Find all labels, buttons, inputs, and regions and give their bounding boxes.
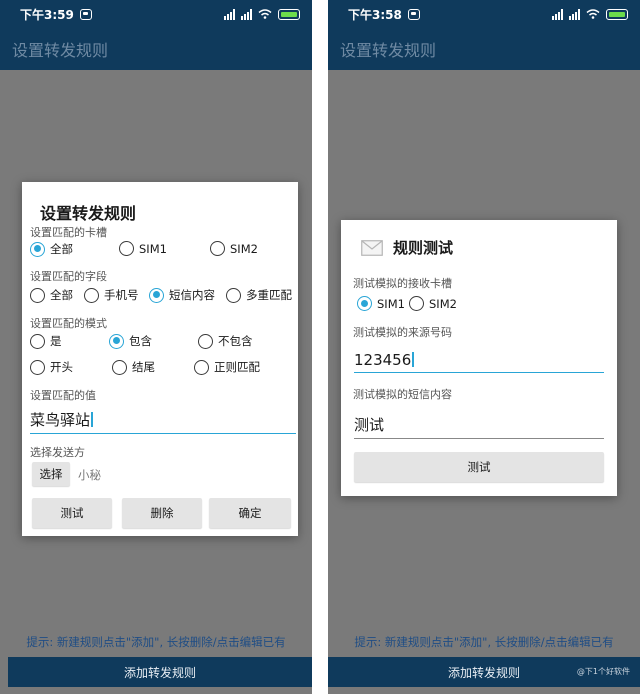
text-cursor (91, 412, 93, 427)
signal-icon (241, 8, 252, 20)
mode-radio-starts[interactable]: 开头 (30, 359, 73, 375)
add-rule-button[interactable]: 添加转发规则 (8, 657, 312, 687)
test-button[interactable]: 测试 (32, 498, 112, 528)
app-title: 设置转发规则 (340, 41, 437, 60)
radio-icon (30, 287, 45, 303)
envelope-icon (361, 240, 383, 256)
radio-checked-icon (357, 296, 372, 311)
radio-icon (210, 241, 225, 256)
radio-icon (194, 359, 209, 375)
signal-icon (569, 8, 580, 20)
test-sim-radio-sim2[interactable]: SIM2 (409, 296, 457, 311)
match-mode-row-1: 是 包含 不包含 (22, 333, 298, 353)
battery-charging-icon (606, 8, 628, 20)
notification-icon (79, 8, 92, 20)
dialog-title: 设置转发规则 (40, 204, 137, 223)
sender-label: 选择发送方 (30, 446, 85, 459)
radio-icon (119, 241, 134, 256)
test-phone-label: 测试模拟的来源号码 (353, 326, 452, 339)
radio-icon (409, 296, 424, 311)
mode-radio-regex[interactable]: 正则匹配 (194, 359, 260, 375)
delete-button[interactable]: 删除 (122, 498, 202, 528)
hint-text: 提示: 新建规则点击"添加", 长按删除/点击编辑已有 (26, 635, 286, 649)
test-content-label: 测试模拟的短信内容 (353, 388, 452, 401)
radio-checked-icon (109, 333, 124, 349)
app-title: 设置转发规则 (12, 41, 109, 60)
mode-radio-contains[interactable]: 包含 (109, 333, 152, 349)
dialog-title: 规则测试 (393, 239, 454, 257)
watermark: @下1个好软件 (576, 667, 630, 676)
select-sender-button[interactable]: 选择 (32, 462, 70, 486)
mode-radio-not-contains[interactable]: 不包含 (198, 333, 253, 349)
radio-checked-icon (30, 241, 45, 257)
battery-charging-icon (278, 8, 300, 20)
confirm-button[interactable]: 确定 (209, 498, 291, 528)
field-radio-phone[interactable]: 手机号 (84, 287, 139, 303)
radio-icon (30, 333, 45, 349)
test-sim-radio-sim1[interactable]: SIM1 (357, 296, 405, 311)
signal-icon (224, 8, 235, 20)
status-bar: 下午3:58 (328, 0, 640, 28)
status-time: 下午3:59 (20, 7, 74, 22)
test-sim-label: 测试模拟的接收卡槽 (353, 277, 452, 290)
status-time: 下午3:58 (348, 7, 402, 22)
sim-radio-sim2[interactable]: SIM2 (210, 241, 258, 256)
match-value-input[interactable]: 菜鸟驿站 (30, 409, 296, 434)
notification-icon (407, 8, 420, 20)
match-field-radio-group: 全部 手机号 短信内容 多重匹配 (22, 287, 298, 307)
rule-test-dialog: 规则测试 测试模拟的接收卡槽 SIM1 SIM2 测试模拟的来源号码 12345… (341, 220, 617, 496)
selected-sender: 小秘 (78, 468, 101, 482)
radio-icon (226, 287, 241, 303)
radio-icon (84, 287, 99, 303)
field-radio-sms-content[interactable]: 短信内容 (149, 287, 215, 303)
radio-icon (198, 333, 213, 349)
run-test-button[interactable]: 测试 (354, 452, 604, 482)
match-mode-row-2: 开头 结尾 正则匹配 (22, 359, 298, 379)
mode-radio-ends[interactable]: 结尾 (112, 359, 155, 375)
test-sim-radio-group: SIM1 SIM2 (341, 296, 617, 316)
field-radio-multi[interactable]: 多重匹配 (226, 287, 292, 303)
app-bar: 设置转发规则 (328, 28, 640, 70)
signal-icon (552, 8, 563, 20)
field-radio-all[interactable]: 全部 (30, 287, 73, 303)
test-content-input[interactable]: 测试 (354, 414, 604, 439)
radio-icon (112, 359, 127, 375)
app-bar: 设置转发规则 (0, 28, 312, 70)
phone-screen-right: 下午3:58 设置转发规则 规则测试 测试模拟的接收卡槽 SIM1 SIM2 测… (328, 0, 640, 694)
text-cursor (412, 352, 414, 367)
sim-slot-radio-group: 全部 SIM1 SIM2 (22, 241, 298, 261)
radio-checked-icon (149, 287, 164, 303)
sim-slot-label: 设置匹配的卡槽 (30, 226, 107, 239)
match-value-label: 设置匹配的值 (30, 389, 96, 402)
match-mode-label: 设置匹配的模式 (30, 317, 107, 330)
mode-radio-is[interactable]: 是 (30, 333, 62, 349)
radio-icon (30, 359, 45, 375)
rule-settings-dialog: 设置转发规则 设置匹配的卡槽 全部 SIM1 SIM2 设置匹配的字段 全部 手… (22, 182, 298, 536)
sim-radio-all[interactable]: 全部 (30, 241, 73, 257)
test-phone-input[interactable]: 123456 (354, 351, 604, 373)
match-field-label: 设置匹配的字段 (30, 270, 107, 283)
wifi-icon (258, 9, 272, 19)
status-bar: 下午3:59 (0, 0, 312, 28)
phone-screen-left: 下午3:59 设置转发规则 设置转发规则 设置匹配的卡槽 全部 SIM1 SIM… (0, 0, 312, 694)
sim-radio-sim1[interactable]: SIM1 (119, 241, 167, 256)
wifi-icon (586, 9, 600, 19)
hint-text: 提示: 新建规则点击"添加", 长按删除/点击编辑已有 (354, 635, 614, 649)
